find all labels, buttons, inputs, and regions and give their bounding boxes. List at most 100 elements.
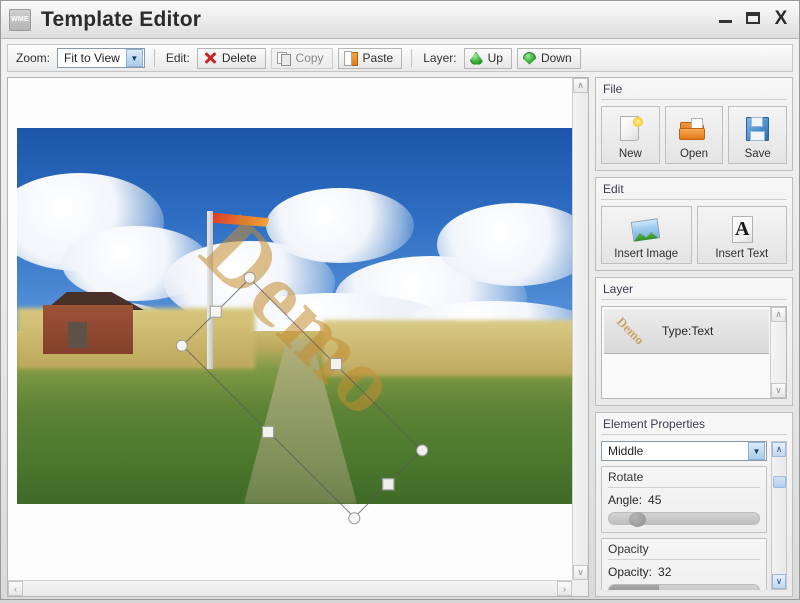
opacity-readout: Opacity:32: [608, 565, 760, 579]
canvas-area[interactable]: Demo ∧ ∨: [7, 77, 589, 597]
zoom-select[interactable]: Fit to View ▼: [57, 48, 145, 68]
layer-group-title: Layer: [601, 281, 787, 300]
file-buttons: New Open Save: [601, 106, 787, 164]
delete-button-label: Delete: [222, 51, 257, 65]
new-document-icon: [614, 114, 646, 146]
delete-button[interactable]: Delete: [197, 48, 266, 69]
rotate-slider-thumb[interactable]: [629, 512, 646, 527]
paste-button-label: Paste: [363, 51, 394, 65]
scroll-up-icon: ∧: [577, 80, 584, 91]
layer-list-scrollbar[interactable]: ∧ ∨: [770, 307, 786, 398]
layer-list[interactable]: Demo Type:Text ∧ ∨: [601, 306, 787, 399]
save-button-label: Save: [745, 148, 771, 160]
layer-group: Layer Demo Type:Text ∧ ∨: [595, 277, 793, 406]
open-button-label: Open: [680, 148, 708, 160]
angle-label: Angle:: [608, 493, 642, 507]
copy-button-label: Copy: [296, 51, 324, 65]
page-title: Template Editor: [41, 8, 201, 32]
properties-scroll-thumb[interactable]: [773, 476, 786, 488]
edit-buttons: Insert Image A Insert Text: [601, 206, 787, 264]
list-item[interactable]: Demo Type:Text: [604, 309, 769, 354]
resize-handle-top-center[interactable]: [330, 358, 342, 370]
paste-button[interactable]: Paste: [338, 48, 403, 69]
save-button[interactable]: Save: [728, 106, 787, 164]
layer-down-label: Down: [541, 51, 572, 65]
insert-text-button[interactable]: A Insert Text: [697, 206, 788, 264]
layer-thumbnail-text: Demo: [613, 314, 647, 348]
title-bar: WME Template Editor X: [1, 1, 799, 39]
properties-scroll-down-button[interactable]: ∨: [772, 574, 786, 589]
open-folder-icon: [678, 114, 710, 146]
edit-group: Edit Insert Image A Insert Text: [595, 177, 793, 271]
canvas-vertical-scrollbar[interactable]: ∧ ∨: [572, 78, 588, 580]
resize-handle-middle-right[interactable]: [382, 478, 394, 490]
angle-readout: Angle: 45: [608, 493, 760, 507]
rotate-section: Rotate Angle: 45: [601, 466, 767, 533]
opacity-section: Opacity Opacity:32: [601, 538, 767, 590]
element-properties-title: Element Properties: [601, 416, 787, 435]
copy-button[interactable]: Copy: [271, 48, 333, 69]
insert-image-button[interactable]: Insert Image: [601, 206, 692, 264]
app-icon: WME: [9, 9, 31, 31]
edit-group-title: Edit: [601, 181, 787, 200]
app-icon-label: WME: [11, 16, 29, 23]
rotate-section-title: Rotate: [608, 470, 760, 488]
delete-icon: [203, 51, 217, 65]
layer-down-button[interactable]: Down: [517, 48, 581, 69]
chevron-down-icon: ▼: [748, 442, 765, 460]
open-button[interactable]: Open: [665, 106, 724, 164]
zoom-select-value: Fit to View: [58, 51, 126, 65]
opacity-slider[interactable]: [608, 584, 760, 590]
canvas-surface[interactable]: Demo: [8, 78, 572, 580]
toolbar-divider-1: [154, 49, 155, 67]
new-button[interactable]: New: [601, 106, 660, 164]
scroll-left-icon: ‹: [14, 584, 17, 594]
insert-text-label: Insert Text: [715, 248, 768, 260]
arrow-down-icon: [523, 52, 536, 65]
close-icon: X: [775, 9, 788, 28]
scroll-down-icon: ∨: [577, 567, 584, 578]
file-group-title: File: [601, 81, 787, 100]
properties-scrollbar[interactable]: ∧ ∨: [771, 441, 787, 590]
element-properties-group: Element Properties Middle ▼ Rotate Angle…: [595, 412, 793, 597]
photo-hut-body: [43, 305, 134, 354]
element-properties-content: Middle ▼ Rotate Angle: 45: [601, 441, 767, 590]
edit-label: Edit:: [164, 51, 192, 65]
alignment-select[interactable]: Middle ▼: [601, 441, 767, 461]
scroll-up-button[interactable]: ∧: [573, 78, 588, 93]
opacity-slider-fill: [609, 585, 659, 590]
angle-value: 45: [648, 493, 661, 507]
close-button[interactable]: X: [769, 7, 793, 29]
layer-up-button[interactable]: Up: [464, 48, 512, 69]
element-properties-body: Middle ▼ Rotate Angle: 45: [601, 441, 787, 590]
floppy-disk-icon: [742, 114, 774, 146]
scroll-down-button[interactable]: ∨: [573, 565, 588, 580]
maximize-icon: [746, 12, 760, 24]
text-a-icon: A: [726, 214, 758, 246]
toolbar: Zoom: Fit to View ▼ Edit: Delete Copy Pa…: [7, 44, 793, 72]
scroll-left-button[interactable]: ‹: [8, 581, 23, 596]
new-button-label: New: [619, 148, 642, 160]
minimize-button[interactable]: [713, 7, 737, 29]
opacity-section-title: Opacity: [608, 542, 760, 560]
resize-handle-bottom-center[interactable]: [262, 426, 274, 438]
scroll-right-button[interactable]: ›: [557, 581, 572, 596]
maximize-button[interactable]: [741, 7, 765, 29]
layer-scroll-up-button[interactable]: ∧: [771, 307, 786, 322]
canvas-horizontal-scrollbar[interactable]: ‹ ›: [8, 580, 572, 596]
layer-scroll-down-icon: ∨: [775, 385, 782, 396]
layer-scroll-down-button[interactable]: ∨: [771, 383, 786, 398]
rotate-slider[interactable]: [608, 512, 760, 525]
arrow-up-icon: [470, 52, 483, 65]
properties-scroll-up-icon: ∧: [776, 444, 783, 455]
template-editor-window: WME Template Editor X Zoom: Fit to View …: [0, 0, 800, 600]
scrollbar-corner: [572, 580, 588, 596]
window-controls: X: [713, 7, 793, 29]
properties-scroll-up-button[interactable]: ∧: [772, 442, 786, 457]
picture-icon: [630, 214, 662, 246]
layer-item-label: Type:Text: [662, 324, 713, 338]
resize-handle-middle-left[interactable]: [210, 306, 222, 318]
main-area: Demo ∧ ∨: [1, 72, 799, 603]
copy-icon: [277, 51, 291, 65]
photo-hut-door: [68, 322, 87, 348]
